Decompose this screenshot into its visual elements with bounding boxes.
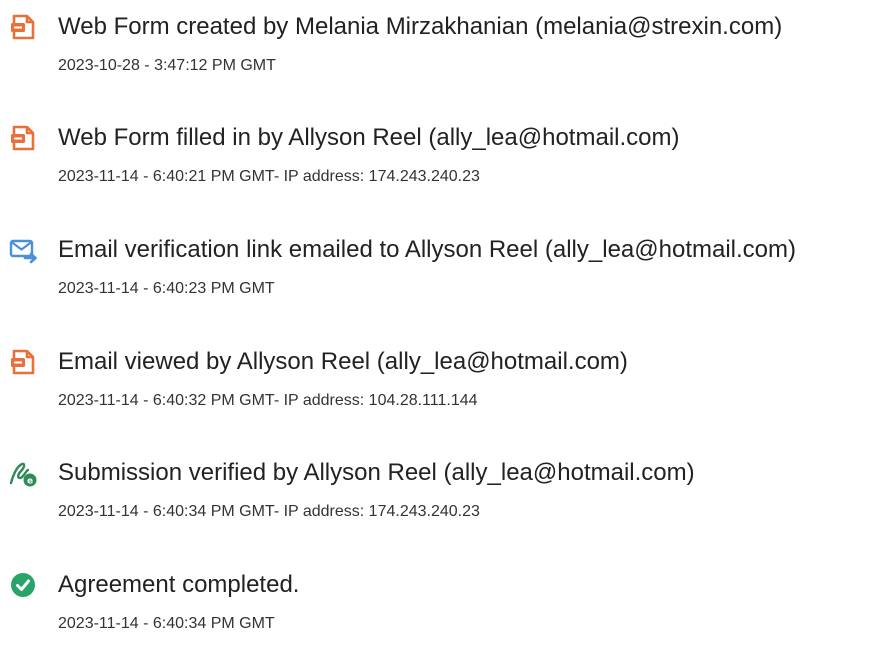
event-title: Agreement completed. [58, 571, 300, 598]
audit-event-completed: Agreement completed. 2023-11-14 - 6:40:3… [0, 570, 877, 650]
event-timestamp: 2023-11-14 - 6:40:23 PM GMT [58, 280, 275, 297]
event-timestamp: 2023-11-14 - 6:40:34 PM GMT [58, 615, 275, 632]
document-icon [8, 347, 38, 377]
event-timestamp: 2023-11-14 - 6:40:21 PM GMT- IP address:… [58, 168, 480, 185]
svg-text:e: e [27, 477, 33, 487]
event-timestamp: 2023-11-14 - 6:40:34 PM GMT- IP address:… [58, 503, 480, 520]
document-icon [8, 123, 38, 153]
audit-event-created: Web Form created by Melania Mirzakhanian… [0, 12, 877, 92]
event-title: Web Form created by Melania Mirzakhanian… [58, 13, 783, 40]
email-send-icon [8, 235, 38, 265]
event-timestamp: 2023-11-14 - 6:40:32 PM GMT- IP address:… [58, 392, 478, 409]
document-icon [8, 12, 38, 42]
check-circle-icon [8, 570, 38, 600]
audit-trail-list: Web Form created by Melania Mirzakhanian… [0, 0, 877, 649]
event-title: Email viewed by Allyson Reel (ally_lea@h… [58, 348, 628, 375]
audit-event-email-sent: Email verification link emailed to Allys… [0, 235, 877, 315]
audit-event-filled: Web Form filled in by Allyson Reel (ally… [0, 123, 877, 203]
audit-event-email-viewed: Email viewed by Allyson Reel (ally_lea@h… [0, 347, 877, 427]
audit-event-verified: e Submission verified by Allyson Reel (a… [0, 458, 877, 538]
event-timestamp: 2023-10-28 - 3:47:12 PM GMT [58, 57, 276, 74]
event-title: Web Form filled in by Allyson Reel (ally… [58, 124, 680, 151]
event-title: Submission verified by Allyson Reel (all… [58, 459, 695, 486]
signature-verified-icon: e [8, 458, 38, 488]
event-title: Email verification link emailed to Allys… [58, 236, 796, 263]
